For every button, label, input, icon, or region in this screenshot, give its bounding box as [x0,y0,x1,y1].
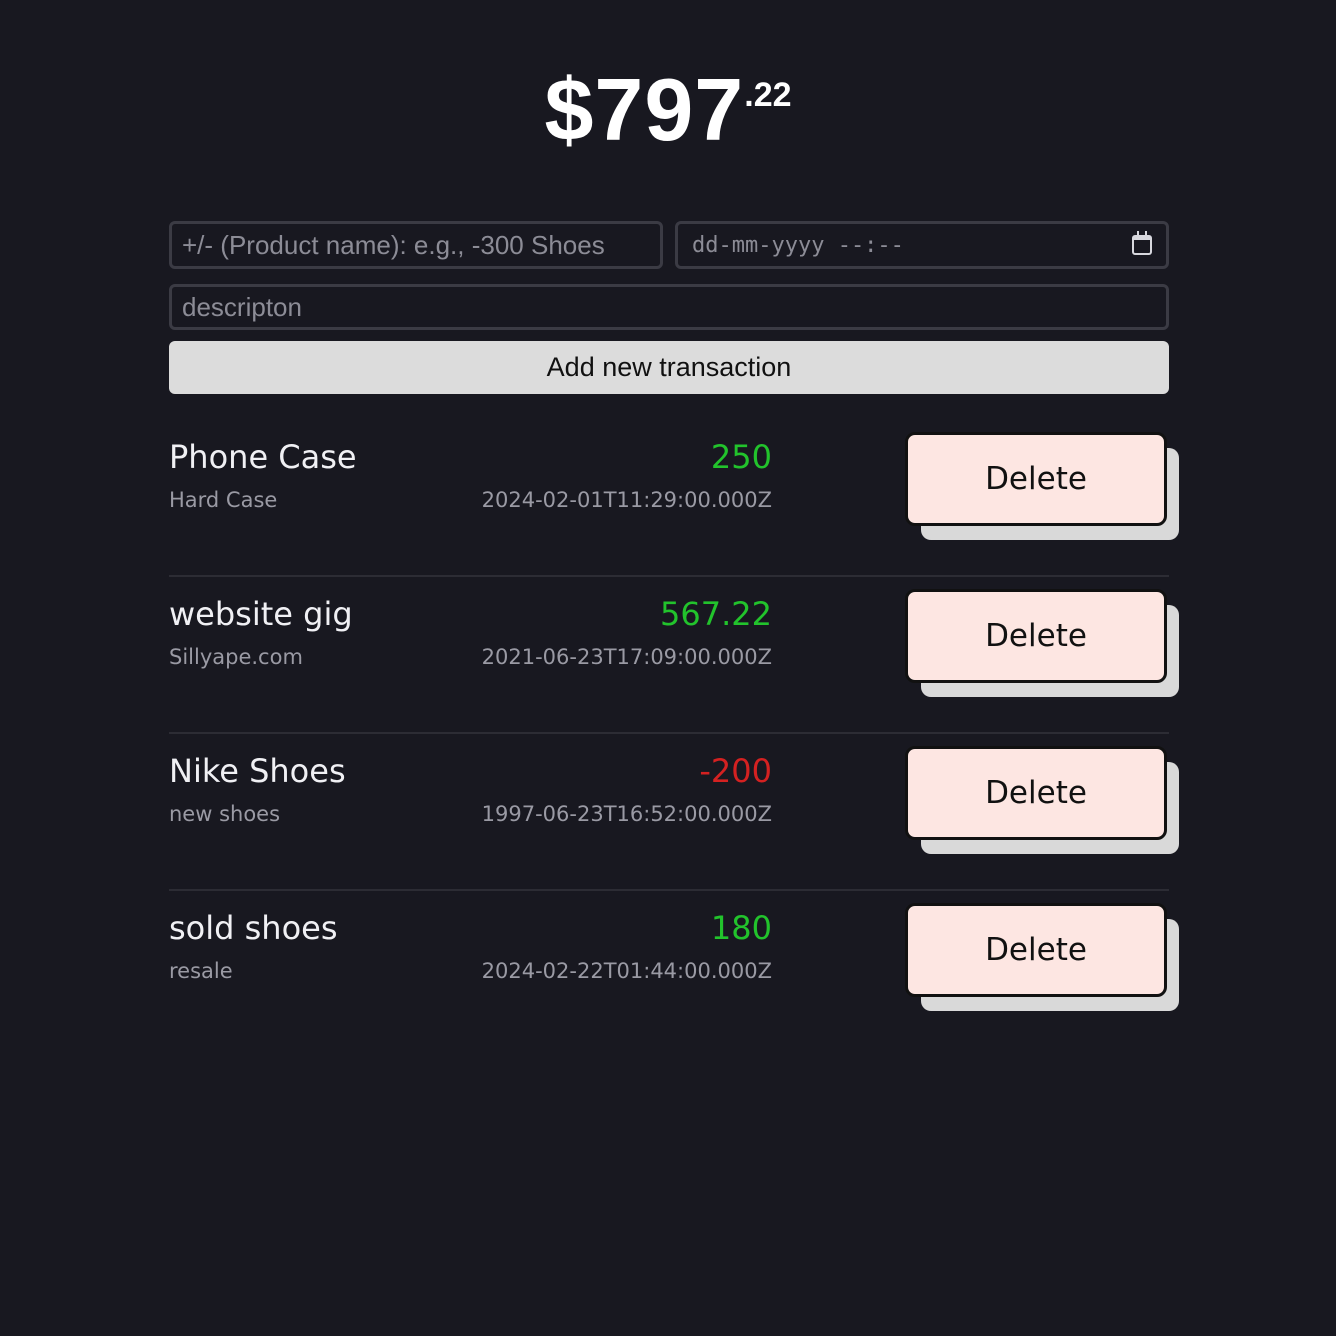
transaction-datetime: 2024-02-22T01:44:00.000Z [481,959,772,983]
delete-button-wrapper: Delete [905,903,1181,1013]
transaction-form: +/- (Product name): e.g., -300 Shoes dd-… [169,221,1169,394]
transaction-description: Hard Case [169,488,278,512]
transaction-amount: 180 [710,909,772,947]
transaction-name: Phone Case [169,438,357,476]
calendar-icon[interactable] [1132,231,1152,255]
balance-cents: .22 [744,76,792,114]
product-name-placeholder: +/- (Product name): e.g., -300 Shoes [182,229,605,260]
product-name-input[interactable]: +/- (Product name): e.g., -300 Shoes [169,221,663,269]
transaction-list: Phone Case Hard Case 250 2024-02-01T11:2… [169,420,1184,1048]
datetime-placeholder: dd-mm-yyyy --:-- [692,232,904,258]
transaction-amount: -200 [699,752,772,790]
transaction-item: sold shoes resale 180 2024-02-22T01:44:0… [169,891,1179,1048]
transaction-name: website gig [169,595,353,633]
delete-button[interactable]: Delete [905,432,1167,526]
transaction-item: Phone Case Hard Case 250 2024-02-01T11:2… [169,420,1179,577]
transaction-item: website gig Sillyape.com 567.22 2021-06-… [169,577,1179,734]
description-input[interactable]: descripton [169,284,1169,330]
transaction-item: Nike Shoes new shoes -200 1997-06-23T16:… [169,734,1179,891]
delete-button[interactable]: Delete [905,746,1167,840]
transaction-description: resale [169,959,233,983]
add-transaction-button[interactable]: Add new transaction [169,341,1169,394]
transaction-name: Nike Shoes [169,752,346,790]
transaction-amount: 567.22 [660,595,772,633]
balance-dollars: $797 [544,60,745,159]
transaction-description: Sillyape.com [169,645,303,669]
delete-button-wrapper: Delete [905,432,1181,542]
transaction-description: new shoes [169,802,281,826]
transaction-datetime: 2021-06-23T17:09:00.000Z [481,645,772,669]
transaction-datetime: 1997-06-23T16:52:00.000Z [481,802,772,826]
transaction-datetime: 2024-02-01T11:29:00.000Z [481,488,772,512]
delete-button-wrapper: Delete [905,746,1181,856]
balance-display: $797.22 [0,66,1336,154]
transaction-name: sold shoes [169,909,338,947]
delete-button[interactable]: Delete [905,903,1167,997]
description-placeholder: descripton [182,291,302,322]
datetime-input[interactable]: dd-mm-yyyy --:-- [675,221,1169,269]
delete-button-wrapper: Delete [905,589,1181,699]
app: $797.22 +/- (Product name): e.g., -300 S… [0,0,1336,1336]
transaction-amount: 250 [710,438,772,476]
delete-button[interactable]: Delete [905,589,1167,683]
